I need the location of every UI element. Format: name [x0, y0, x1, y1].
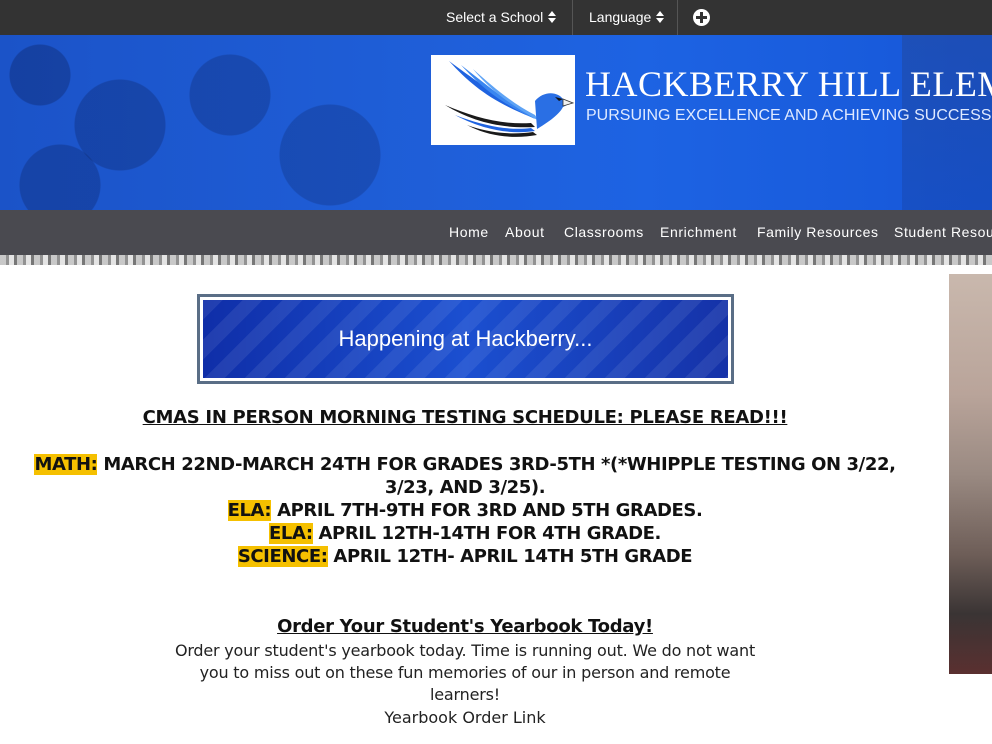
language-dropdown[interactable]: Language [574, 0, 678, 35]
eagle-logo[interactable] [431, 55, 575, 145]
site-subtitle: PURSUING EXCELLENCE AND ACHIEVING SUCCES… [586, 107, 992, 124]
side-photo[interactable] [949, 274, 992, 674]
nav-item-enrichment[interactable]: Enrichment [660, 210, 737, 255]
schedule-text: MARCH 22ND-MARCH 24TH FOR GRADES 3RD-5TH… [97, 454, 896, 498]
schedule-text: APRIL 12TH-14TH FOR 4TH GRADE. [312, 523, 662, 544]
language-label: Language [589, 9, 652, 25]
header-banner: HACKBERRY HILL ELEME PURSUING EXCELLENCE… [0, 35, 992, 210]
nav-item-student-resources[interactable]: Student Resou [894, 210, 992, 255]
schedule-item: MATH: MARCH 22ND-MARCH 24TH FOR GRADES 3… [10, 453, 920, 499]
sort-icon [656, 11, 665, 23]
happening-banner: Happening at Hackberry... [197, 294, 734, 384]
nav-item-classrooms[interactable]: Classrooms [564, 210, 644, 255]
sort-icon [548, 11, 557, 23]
add-button[interactable] [679, 0, 725, 35]
schedule-text: APRIL 7TH-9TH FOR 3RD AND 5TH GRADES. [271, 500, 703, 521]
schedule-item: ELA: APRIL 7TH-9TH FOR 3RD AND 5TH GRADE… [10, 499, 920, 522]
subject-label: MATH: [34, 454, 98, 475]
schedule-item: SCIENCE: APRIL 12TH- APRIL 14TH 5TH GRAD… [10, 545, 920, 568]
schedule-item: ELA: APRIL 12TH-14TH FOR 4TH GRADE. [10, 522, 920, 545]
site-title[interactable]: HACKBERRY HILL ELEME [585, 63, 992, 105]
nav-item-home[interactable]: Home [449, 210, 489, 255]
banner-background [0, 35, 430, 210]
top-utility-bar: Select a School Language [0, 0, 992, 35]
main-nav: Home About Classrooms Enrichment Family … [0, 210, 992, 255]
schedule-text: APRIL 12TH- APRIL 14TH 5TH GRADE [327, 546, 693, 567]
subject-label: SCIENCE: [237, 546, 328, 567]
nav-item-about[interactable]: About [505, 210, 545, 255]
testing-schedule: MATH: MARCH 22ND-MARCH 24TH FOR GRADES 3… [10, 453, 920, 568]
yearbook-title: Order Your Student's Yearbook Today! [277, 616, 653, 637]
select-school-dropdown[interactable]: Select a School [431, 0, 573, 35]
cmas-title: CMAS IN PERSON MORNING TESTING SCHEDULE:… [142, 407, 788, 428]
yearbook-body: Order your student's yearbook today. Tim… [174, 641, 756, 704]
yearbook-order-link[interactable]: Yearbook Order Link [10, 706, 920, 730]
nav-item-family-resources[interactable]: Family Resources [757, 210, 879, 255]
happening-label: Happening at Hackberry... [203, 300, 728, 378]
decorative-strip [0, 255, 992, 265]
subject-label: ELA: [227, 500, 272, 521]
plus-circle-icon [693, 9, 710, 26]
select-school-label: Select a School [446, 9, 544, 25]
subject-label: ELA: [269, 523, 313, 544]
main-content: CMAS IN PERSON MORNING TESTING SCHEDULE:… [10, 405, 920, 730]
